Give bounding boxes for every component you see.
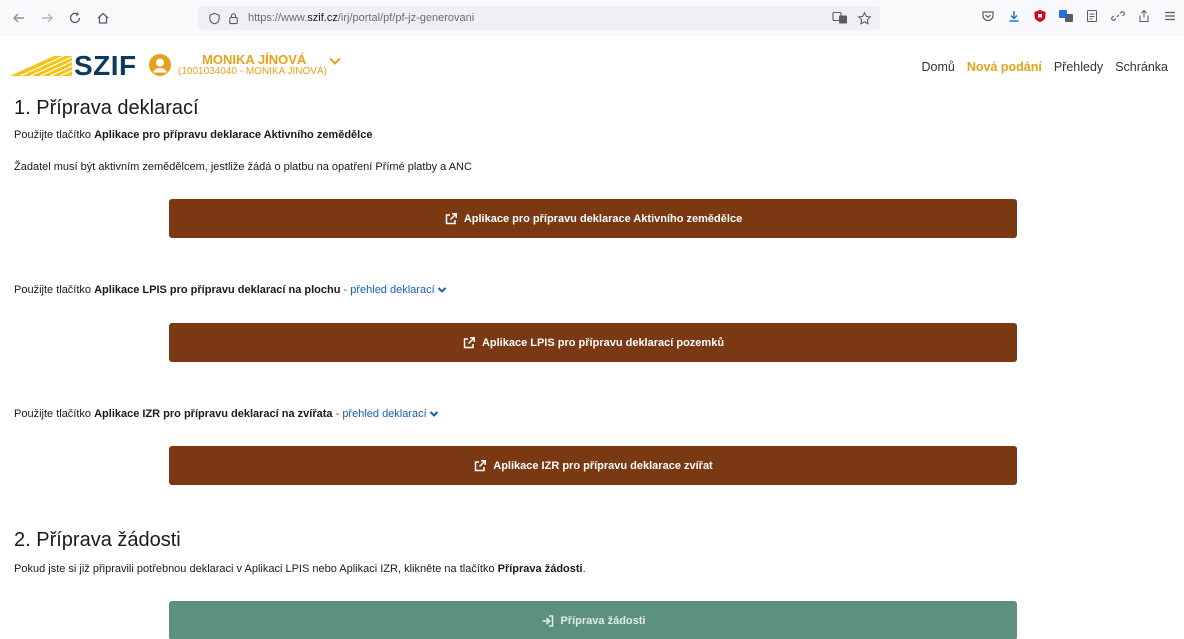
site-header: SZIF MONIKA JÍNOVÁ (1001034040 - MONIKA … — [0, 40, 1184, 90]
section1-instruction-3: Použijte tlačítko Aplikace IZR pro přípr… — [14, 408, 439, 420]
section1-instruction-1: Použijte tlačítko Aplikace pro přípravu … — [14, 129, 372, 141]
translate-icon[interactable] — [832, 9, 848, 27]
menu-icon[interactable] — [1162, 7, 1178, 25]
button-label: Příprava žádosti — [560, 614, 646, 627]
izr-app-button[interactable]: Aplikace IZR pro přípravu deklarace zvíř… — [169, 446, 1017, 485]
szif-logo-stripes-icon[interactable] — [10, 56, 72, 76]
reload-icon[interactable] — [64, 7, 86, 29]
section2-instruction: Pokud jste si již připravili potřebnou d… — [14, 563, 586, 575]
url-path: /irj/portal/pf/pf-jz-generovani — [337, 12, 475, 24]
url-bar[interactable]: https://www.szif.cz/irj/portal/pf/pf-jz-… — [198, 6, 880, 30]
download-icon[interactable] — [1006, 7, 1022, 25]
text-bold: Aplikace pro přípravu deklarace Aktivníh… — [94, 129, 373, 141]
browser-nav — [8, 7, 114, 29]
user-avatar-icon[interactable] — [148, 53, 172, 77]
url-prefix: https://www. — [248, 12, 308, 24]
chevron-down-icon[interactable] — [437, 286, 447, 294]
section1-instruction-2: Použijte tlačítko Aplikace LPIS pro příp… — [14, 284, 447, 296]
nav-overviews[interactable]: Přehledy — [1054, 60, 1103, 74]
text-bold: Aplikace LPIS pro přípravu deklarací na … — [94, 284, 341, 296]
text-bold: Příprava žádosti — [497, 563, 583, 575]
lpis-app-button[interactable]: Aplikace LPIS pro přípravu deklarací poz… — [169, 323, 1017, 362]
izr-declarations-link[interactable]: přehled deklarací — [342, 408, 426, 420]
bookmark-star-icon[interactable] — [856, 9, 872, 27]
nav-home[interactable]: Domů — [921, 60, 954, 74]
button-label: Aplikace LPIS pro přípravu deklarací poz… — [481, 336, 725, 349]
prepare-application-button[interactable]: Příprava žádosti — [169, 601, 1017, 639]
browser-toolbar: https://www.szif.cz/irj/portal/pf/pf-jz-… — [0, 0, 1184, 36]
section1-requirement: Žadatel musí být aktivním zemědělcem, je… — [14, 161, 472, 173]
forward-arrow-icon[interactable] — [36, 7, 58, 29]
user-id: (1001034040 - MONIKA JÍNOVÁ) — [178, 66, 327, 77]
nav-inbox[interactable]: Schránka — [1115, 60, 1168, 74]
active-farmer-app-button[interactable]: Aplikace pro přípravu deklarace Aktivníh… — [169, 199, 1017, 238]
chevron-down-icon[interactable] — [328, 56, 342, 66]
text-bold: Aplikace IZR pro přípravu deklarací na z… — [94, 408, 333, 420]
sign-in-icon — [542, 614, 553, 627]
home-icon[interactable] — [92, 7, 114, 29]
pocket-icon[interactable] — [980, 7, 996, 25]
section1-title: 1. Příprava deklarací — [14, 97, 199, 119]
url-text: https://www.szif.cz/irj/portal/pf/pf-jz-… — [248, 12, 474, 24]
chevron-down-icon[interactable] — [429, 410, 439, 418]
external-link-icon — [463, 336, 475, 348]
lpis-declarations-link[interactable]: přehled deklarací — [350, 284, 434, 296]
szif-logo[interactable]: SZIF — [74, 50, 137, 82]
shield-icon[interactable] — [208, 12, 221, 25]
button-label: Aplikace pro přípravu deklarace Aktivníh… — [463, 212, 743, 225]
main-nav: Domů Nová podání Přehledy Schránka — [921, 60, 1168, 74]
section2-title: 2. Příprava žádosti — [14, 529, 181, 551]
text: . — [582, 563, 586, 575]
nav-new-submissions[interactable]: Nová podání — [967, 60, 1042, 74]
link-icon[interactable] — [1110, 7, 1126, 25]
external-link-icon — [445, 212, 457, 224]
external-link-icon — [475, 459, 487, 471]
separator: - — [340, 284, 351, 296]
text: Použijte tlačítko — [14, 408, 95, 420]
ublock-shield-icon[interactable] — [1032, 7, 1048, 25]
reader-view-icon[interactable] — [1084, 7, 1100, 25]
user-info[interactable]: MONIKA JÍNOVÁ (1001034040 - MONIKA JÍNOV… — [178, 52, 327, 77]
separator: - — [332, 408, 343, 420]
button-label: Aplikace IZR pro přípravu deklarace zvíř… — [493, 459, 713, 472]
browser-extensions — [980, 7, 1178, 25]
url-actions — [832, 9, 872, 27]
translate-extension-icon[interactable] — [1058, 7, 1074, 25]
text: Pokud jste si již připravili potřebnou d… — [14, 563, 498, 575]
lock-icon[interactable] — [227, 12, 240, 25]
share-icon[interactable] — [1136, 7, 1152, 25]
text: Použijte tlačítko — [14, 129, 95, 141]
url-domain: szif.cz — [307, 12, 338, 24]
back-arrow-icon[interactable] — [8, 7, 30, 29]
text: Použijte tlačítko — [14, 284, 95, 296]
user-name: MONIKA JÍNOVÁ — [202, 52, 307, 67]
